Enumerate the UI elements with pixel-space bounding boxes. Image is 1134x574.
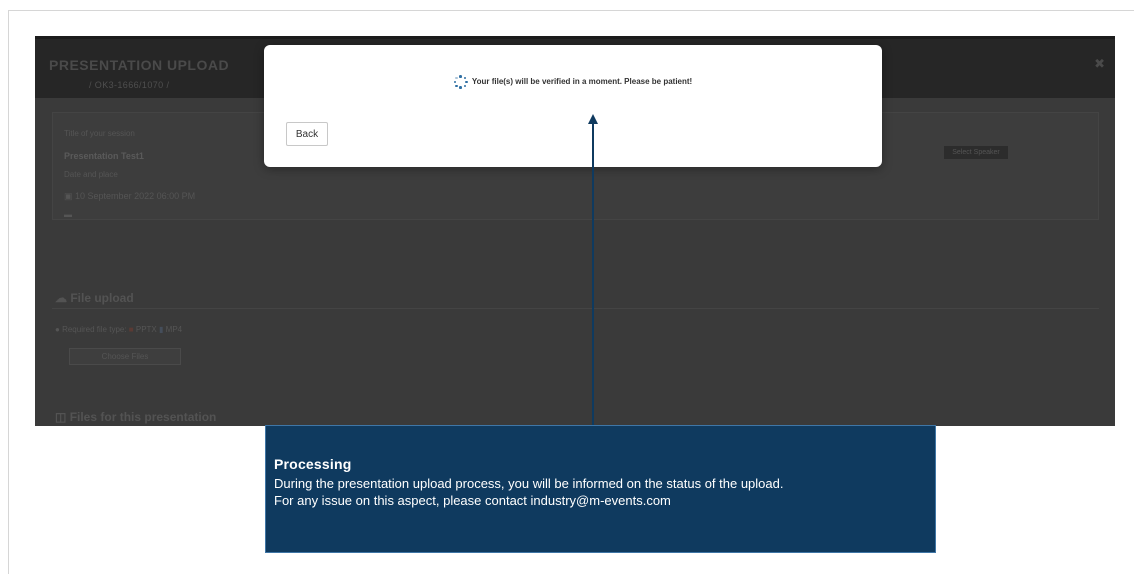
- modal-message-row: Your file(s) will be verified in a momen…: [264, 75, 882, 89]
- session-title: Presentation Test1: [64, 151, 144, 161]
- file-types-label: Required file type:: [62, 325, 127, 334]
- calendar-icon: ▣: [64, 191, 73, 201]
- callout-text: During the presentation upload process, …: [274, 475, 925, 509]
- callout-arrow-line: [592, 123, 594, 425]
- mp4-label: MP4: [165, 325, 183, 334]
- callout-title: Processing: [274, 456, 352, 472]
- session-title-label: Title of your session: [64, 129, 135, 138]
- files-heading: ◫ Files for this presentation: [55, 410, 216, 424]
- session-date-text: 10 September 2022 06:00 PM: [75, 191, 196, 201]
- session-code: / OK3-1666/1070 /: [89, 80, 170, 90]
- file-upload-title: File upload: [70, 291, 134, 305]
- callout-line-2: For any issue on this aspect, please con…: [274, 493, 671, 508]
- page-title: PRESENTATION UPLOAD: [49, 57, 230, 73]
- choose-files-button[interactable]: Choose Files: [69, 348, 181, 365]
- verification-modal: Your file(s) will be verified in a momen…: [264, 45, 882, 167]
- location-icon: ▬: [64, 210, 72, 219]
- date-place-label: Date and place: [64, 170, 118, 179]
- required-file-types: ● Required file type: ■ PPTX ▮ MP4: [55, 325, 182, 334]
- file-icon: ◫: [55, 410, 67, 424]
- modal-message: Your file(s) will be verified in a momen…: [471, 77, 693, 87]
- session-date: ▣ 10 September 2022 06:00 PM: [64, 191, 195, 202]
- processing-callout: Processing During the presentation uploa…: [265, 425, 936, 553]
- pptx-label: PPTX: [135, 325, 157, 334]
- callout-line-1: During the presentation upload process, …: [274, 476, 784, 491]
- file-upload-heading: ☁ File upload: [55, 291, 134, 305]
- back-button[interactable]: Back: [286, 122, 328, 146]
- select-speaker-button[interactable]: Select Speaker: [944, 146, 1008, 159]
- spinner-icon: [453, 75, 468, 89]
- mp4-icon: ▮: [159, 325, 164, 334]
- pptx-icon: ■: [128, 325, 134, 334]
- info-icon: ●: [55, 325, 60, 334]
- close-icon[interactable]: ✖: [1094, 56, 1105, 72]
- cloud-upload-icon: ☁: [55, 291, 67, 305]
- files-title: Files for this presentation: [69, 410, 217, 424]
- divider: [52, 308, 1099, 309]
- arrow-up-icon: [588, 114, 598, 124]
